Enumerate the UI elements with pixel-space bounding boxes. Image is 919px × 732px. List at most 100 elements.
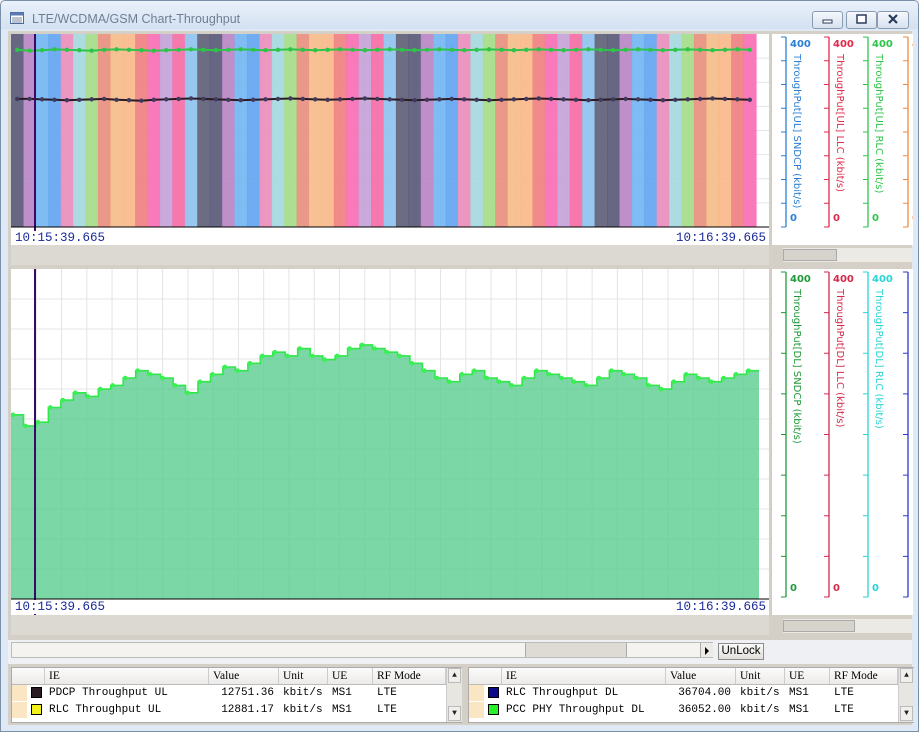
right-col-value[interactable]: Value — [666, 668, 736, 684]
ul-bar — [718, 34, 732, 227]
left-col-ie[interactable]: IE — [45, 668, 209, 684]
scroll-up-arrow-icon[interactable]: ▲ — [448, 668, 461, 683]
ul-bar — [706, 34, 720, 227]
row-ie: RLC Throughput UL — [49, 704, 162, 716]
upper-time-start: 10:15:39.665 — [14, 231, 107, 245]
ul-bar — [371, 34, 385, 227]
data-point — [300, 47, 305, 52]
row-color-swatch — [488, 704, 499, 715]
window-title: LTE/WCDMA/GSM Chart-Throughput — [32, 12, 241, 26]
data-point — [648, 47, 653, 52]
table-row[interactable]: PDCP Throughput UL 12751.36 kbit/s MS1 L… — [12, 685, 446, 701]
table-row[interactable]: RLC Throughput DL 36704.00 kbit/s MS1 LT… — [469, 685, 898, 701]
row-ie: PCC PHY Throughput DL — [506, 704, 645, 716]
data-point — [424, 97, 430, 102]
lower-chart-area[interactable]: 10:15:39.665 10:16:39.665 — [10, 269, 769, 615]
data-point — [635, 47, 641, 52]
ul-bar — [607, 34, 621, 227]
table-row[interactable]: PCC PHY Throughput DL 36052.00 kbit/s MS… — [469, 702, 898, 718]
right-col-ie[interactable]: IE — [502, 668, 666, 684]
lower-chart-scrollbar[interactable] — [11, 615, 769, 635]
unlock-button[interactable]: UnLock — [718, 643, 764, 660]
lower-axis-max-label: 400 — [790, 274, 811, 285]
data-point — [710, 48, 715, 53]
data-point — [247, 360, 253, 366]
scroll-down-arrow-icon[interactable]: ▼ — [900, 706, 913, 721]
data-point — [64, 98, 70, 103]
data-point — [35, 419, 41, 425]
right-col-unit[interactable]: Unit — [736, 668, 785, 684]
data-point — [623, 47, 628, 52]
data-point — [747, 97, 752, 102]
data-point — [462, 48, 467, 53]
data-point — [48, 405, 53, 410]
ul-bar — [110, 34, 124, 227]
left-col-unit[interactable]: Unit — [279, 668, 328, 684]
data-point — [375, 47, 380, 52]
data-point — [634, 375, 639, 381]
left-col-rf-mode[interactable]: RF Mode — [373, 668, 446, 684]
ul-bar — [135, 34, 149, 227]
left-col-ue[interactable]: UE — [328, 668, 373, 684]
upper-axes-scroll-thumb[interactable] — [783, 249, 837, 261]
data-point — [412, 98, 417, 103]
row-ue: MS1 — [332, 704, 352, 716]
data-point — [213, 48, 219, 53]
data-point — [362, 48, 368, 53]
maximize-button[interactable] — [846, 11, 877, 29]
left-col-value[interactable]: Value — [209, 668, 279, 684]
data-point — [362, 96, 368, 101]
ul-bar — [644, 34, 658, 227]
time-scrollbar[interactable] — [11, 642, 713, 658]
data-point — [437, 47, 442, 52]
row-unit: kbit/s — [283, 704, 323, 716]
ul-bar — [681, 34, 695, 227]
data-point — [139, 48, 144, 53]
scroll-down-arrow-icon[interactable]: ▼ — [448, 706, 461, 721]
upper-axis-max-label: 400 — [912, 39, 913, 50]
lower-axes-scrollbar[interactable] — [783, 619, 912, 633]
lower-axis-title: ThroughPut[DL] LLC (kbit/s) — [834, 288, 845, 427]
data-point — [309, 353, 315, 359]
right-table-scrollbar[interactable]: ▲ ▼ — [898, 668, 914, 722]
upper-chart-area[interactable]: 10:15:39.665 10:16:39.665 — [11, 34, 769, 245]
data-point — [238, 98, 243, 103]
data-point — [559, 375, 564, 381]
right-col-ue[interactable]: UE — [785, 668, 830, 684]
row-ie: PDCP Throughput UL — [49, 687, 168, 699]
title-bar[interactable]: LTE/WCDMA/GSM Chart-Throughput — [1, 1, 918, 29]
upper-axes-scrollbar[interactable] — [783, 248, 912, 262]
upper-axis-max-label: 400 — [833, 39, 854, 50]
data-point — [213, 97, 219, 102]
ul-bar — [383, 34, 397, 227]
data-point — [89, 97, 94, 102]
table-row[interactable]: RLC Throughput UL 12881.17 kbit/s MS1 LT… — [12, 702, 446, 718]
lower-axes-scroll-thumb[interactable] — [783, 620, 855, 632]
lower-axis-min-label: 0 — [833, 583, 840, 594]
data-point — [534, 368, 539, 373]
data-point — [561, 48, 566, 53]
data-point — [721, 375, 726, 381]
data-point — [135, 368, 140, 373]
data-point — [52, 47, 57, 52]
data-point — [114, 97, 119, 102]
right-ie-table: IE Value Unit UE RF Mode RLC Throughput … — [468, 667, 914, 723]
left-table-scrollbar[interactable]: ▲ ▼ — [446, 668, 462, 722]
right-col-rf-mode[interactable]: RF Mode — [830, 668, 898, 684]
data-point — [250, 47, 256, 52]
data-point — [673, 47, 678, 52]
data-point — [176, 96, 181, 102]
data-point — [337, 47, 343, 52]
ul-bar — [209, 34, 223, 227]
data-point — [561, 97, 566, 102]
arrow-right-icon — [705, 647, 709, 655]
ul-bar — [259, 34, 273, 227]
minimize-button[interactable] — [812, 11, 843, 29]
scroll-right-button[interactable] — [700, 643, 713, 657]
scroll-up-arrow-icon[interactable]: ▲ — [900, 668, 913, 683]
data-point — [474, 97, 479, 102]
time-scroll-thumb[interactable] — [525, 643, 627, 657]
upper-chart-scrollbar[interactable] — [11, 245, 769, 265]
data-point — [509, 383, 514, 388]
close-button[interactable] — [877, 11, 909, 29]
